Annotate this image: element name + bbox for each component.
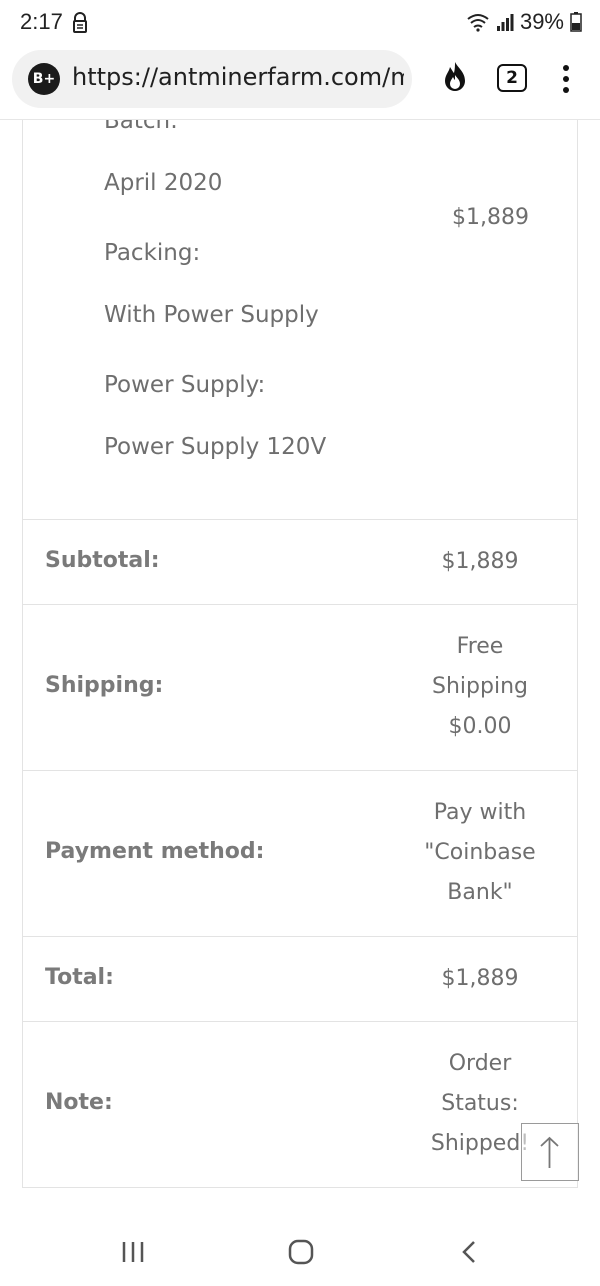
subtotal-label: Subtotal:: [45, 548, 160, 573]
total-value: $1,889: [441, 966, 519, 991]
packing-label: Packing:: [104, 240, 201, 266]
payment-line: Pay with: [433, 800, 527, 825]
payment-method-row: Payment method: Pay with "Coinbase Bank": [23, 771, 577, 937]
shipping-line: $0.00: [448, 714, 512, 739]
status-bar: 2:17 39%: [0, 0, 600, 46]
battery-icon: [570, 12, 582, 32]
payment-method-value: Pay with "Coinbase Bank": [395, 793, 565, 913]
order-details: Batch: April 2020 Packing: With Power Su…: [0, 120, 600, 1219]
total-row: Total: $1,889: [23, 937, 577, 1022]
browser-toolbar: B+ https://antminerfarm.com/my-account/v…: [0, 46, 600, 120]
payment-line: Bank": [447, 880, 513, 905]
payment-line: "Coinbase: [424, 840, 536, 865]
shipping-line: Shipping: [432, 674, 528, 699]
note-label: Note:: [45, 1090, 113, 1115]
more-vert-icon[interactable]: [559, 64, 573, 94]
shipping-row: Shipping: Free Shipping $0.00: [23, 605, 577, 771]
wifi-icon: [467, 14, 489, 32]
tab-count: 2: [506, 68, 518, 88]
battery-percent: 39%: [519, 9, 564, 34]
product-price: $1,889: [452, 205, 529, 230]
vpn-lock-icon: [73, 12, 87, 33]
shipping-value: Free Shipping $0.00: [395, 627, 565, 747]
power-supply-label: Power Supply:: [104, 372, 266, 398]
back-icon[interactable]: [455, 1237, 485, 1267]
flame-icon[interactable]: [438, 60, 472, 94]
home-icon[interactable]: [286, 1237, 316, 1267]
recent-apps-icon[interactable]: [118, 1237, 148, 1267]
subtotal-row: Subtotal: $1,889: [23, 520, 577, 605]
note-line: Order: [448, 1051, 512, 1076]
payment-method-label: Payment method:: [45, 839, 265, 864]
scroll-to-top-button[interactable]: [521, 1123, 579, 1181]
site-badge-icon[interactable]: B+: [28, 63, 60, 95]
arrow-up-icon: [540, 1136, 559, 1168]
tabs-button[interactable]: 2: [497, 64, 527, 92]
batch-label: Batch:: [104, 120, 178, 134]
note-line: Status:: [441, 1091, 519, 1116]
address-bar[interactable]: B+ https://antminerfarm.com/my-account/v…: [12, 50, 412, 108]
batch-value: April 2020: [104, 170, 223, 196]
subtotal-value: $1,889: [441, 549, 519, 574]
status-time: 2:17: [20, 9, 63, 34]
packing-value: With Power Supply: [104, 302, 319, 328]
power-supply-value: Power Supply 120V: [104, 434, 327, 460]
note-row: Note: Order Status: Shipped!: [23, 1022, 577, 1188]
shipping-line: Free: [456, 634, 504, 659]
navigation-bar: [0, 1219, 600, 1286]
shipping-label: Shipping:: [45, 673, 164, 698]
total-label: Total:: [45, 965, 114, 990]
signal-icon: [496, 14, 514, 31]
order-table: Batch: April 2020 Packing: With Power Su…: [22, 120, 578, 1188]
url-text[interactable]: https://antminerfarm.com/my-account/view…: [72, 63, 404, 91]
product-row: Batch: April 2020 Packing: With Power Su…: [23, 120, 577, 520]
